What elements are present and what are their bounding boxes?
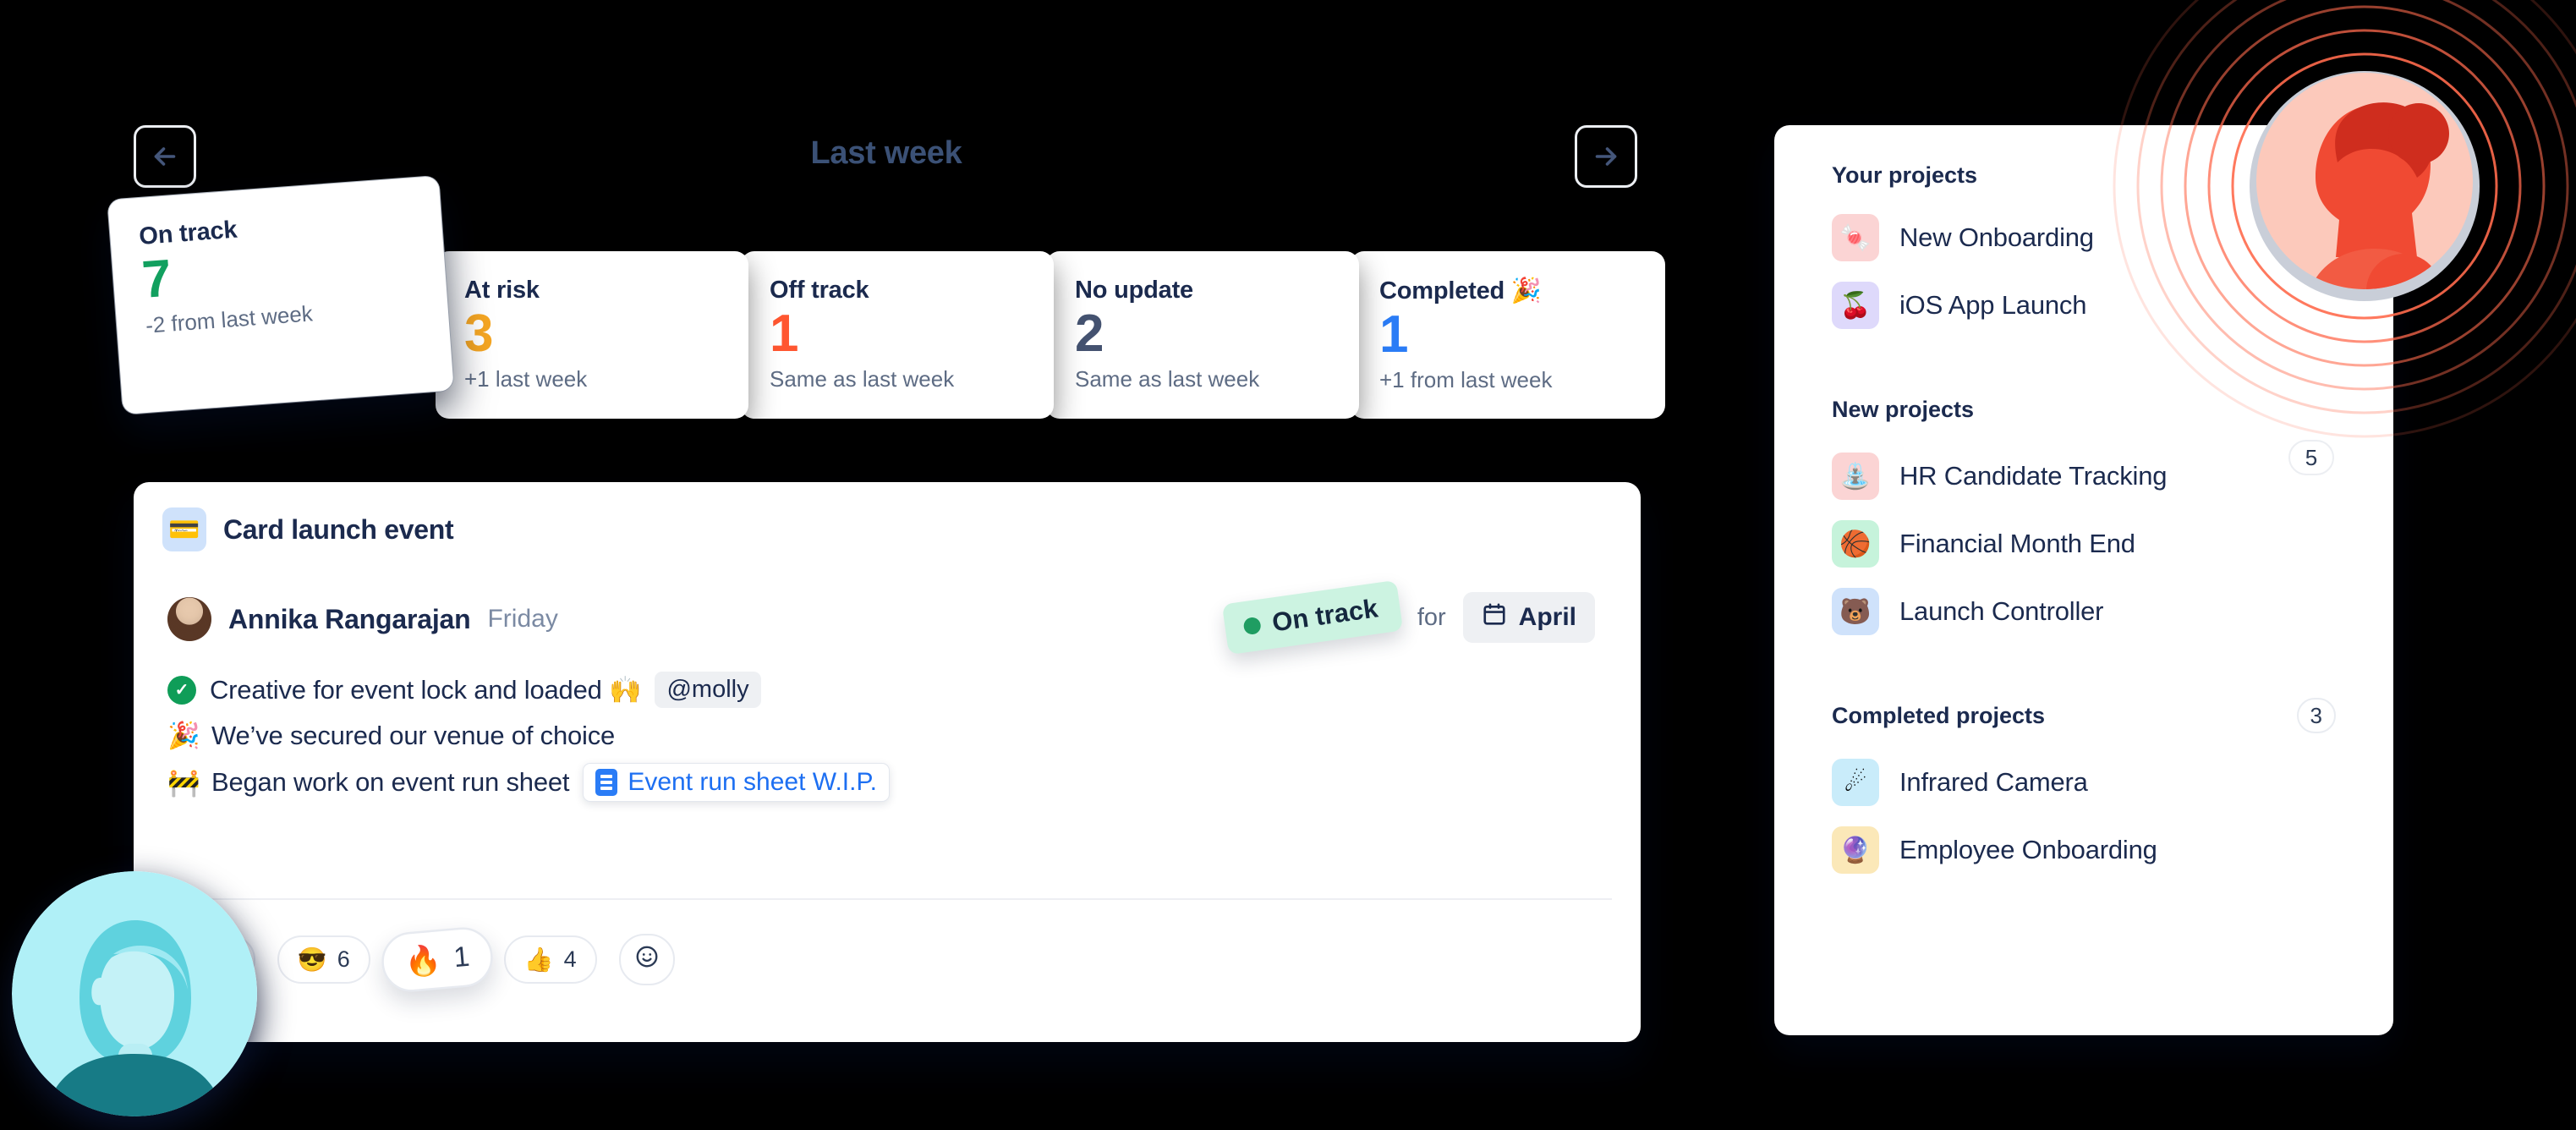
cherries-icon: 🍒 xyxy=(1832,282,1879,329)
candy-icon: 🍬 xyxy=(1832,214,1879,261)
stat-card-no-update[interactable]: No update 2 Same as last week xyxy=(1046,251,1359,419)
projects-sidebar: Your projects 🍬 New Onboarding 🍒 iOS App… xyxy=(1774,125,2393,1035)
sidebar-item-employee-onboarding[interactable]: 🔮 Employee Onboarding xyxy=(1832,816,2336,884)
basketball-icon: 🏀 xyxy=(1832,520,1879,568)
stat-card-completed[interactable]: Completed 🎉 1 +1 from last week xyxy=(1351,251,1665,419)
sidebar-group-count: 3 xyxy=(2296,698,2336,733)
list-item: 🚧 Began work on event run sheet Event ru… xyxy=(167,763,1641,802)
fire-reaction[interactable]: 🔥 1 xyxy=(379,924,496,995)
stat-label: No update xyxy=(1075,277,1193,304)
sunglasses-reaction[interactable]: 😎 6 xyxy=(277,935,370,984)
stat-value: 1 xyxy=(770,304,798,363)
status-group: On track for April xyxy=(1221,579,1595,656)
status-label: On track xyxy=(1269,593,1380,638)
sidebar-group-completed-projects: Completed projects 3 ☄ Infrared Camera 🔮… xyxy=(1774,645,2393,884)
update-card-title: Card launch event xyxy=(223,513,454,545)
bear-face-icon: 🐻 xyxy=(1832,588,1879,635)
sidebar-item-label: Infrared Camera xyxy=(1899,767,2088,797)
sidebar-item-hr-candidate-tracking[interactable]: ⛲ HR Candidate Tracking xyxy=(1832,442,2336,510)
sidebar-item-label: HR Candidate Tracking xyxy=(1899,461,2168,491)
sidebar-group-header: Your projects xyxy=(1832,162,2336,189)
divider xyxy=(162,898,1612,900)
sidebar-group-title: Your projects xyxy=(1832,162,1978,188)
period-title: Last week xyxy=(810,135,962,171)
sidebar-item-label: Launch Controller xyxy=(1899,596,2104,626)
construction-icon: 🚧 xyxy=(167,767,200,798)
sidebar-group-title: Completed projects xyxy=(1832,702,2046,728)
sidebar-group-header: New projects 5 xyxy=(1832,392,2336,427)
crystal-ball-icon: 🔮 xyxy=(1832,826,1879,874)
stat-delta: +1 from last week xyxy=(1379,366,1553,392)
stat-delta: Same as last week xyxy=(770,365,955,392)
bullet-text: Creative for event lock and loaded 🙌 xyxy=(210,675,642,705)
thumbsup-reaction[interactable]: 👍 4 xyxy=(503,935,597,984)
document-icon xyxy=(595,769,618,796)
stat-label: Completed 🎉 xyxy=(1379,277,1542,304)
stat-value: 2 xyxy=(1075,304,1104,363)
date-badge[interactable]: April xyxy=(1462,592,1595,643)
sidebar-item-ios-app-launch[interactable]: 🍒 iOS App Launch xyxy=(1832,272,2336,339)
reaction-count: 1 xyxy=(452,941,471,974)
mention-chip[interactable]: @molly xyxy=(655,672,761,708)
reaction-count: 6 xyxy=(337,946,350,972)
thumbs-up-icon: 👍 xyxy=(523,946,554,973)
comet-icon: ☄ xyxy=(1832,759,1879,806)
sidebar-item-label: Employee Onboarding xyxy=(1899,835,2157,864)
sidebar-group-title: New projects xyxy=(1832,396,1975,422)
update-card-header: 💳 Card launch event xyxy=(134,482,1641,551)
calendar-icon xyxy=(1482,601,1507,634)
new-projects-count-badge: 5 xyxy=(2288,440,2334,475)
sidebar-item-label: iOS App Launch xyxy=(1899,290,2087,320)
update-day: Friday xyxy=(487,605,558,633)
document-link-label: Event run sheet W.I.P. xyxy=(628,768,877,796)
reaction-count: 4 xyxy=(563,946,577,972)
credit-card-icon: 💳 xyxy=(162,507,206,551)
update-bullet-list: ✓ Creative for event lock and loaded 🙌 @… xyxy=(134,641,1641,802)
bullet-text: Began work on event run sheet xyxy=(211,767,570,797)
for-label: for xyxy=(1417,603,1446,631)
stat-card-off-track[interactable]: Off track 1 Same as last week xyxy=(741,251,1054,419)
sidebar-group-new-projects: New projects 5 ⛲ HR Candidate Tracking 🏀… xyxy=(1774,339,2393,645)
teal-profile-avatar xyxy=(12,871,257,1116)
check-circle-icon: ✓ xyxy=(167,675,196,705)
stat-label: At risk xyxy=(464,277,540,304)
list-item: 🎉 We’ve secured our venue of choice xyxy=(167,720,1641,751)
status-dot-icon xyxy=(1242,616,1263,636)
stat-card-at-risk[interactable]: At risk 3 +1 last week xyxy=(436,251,748,419)
sidebar-item-launch-controller[interactable]: 🐻 Launch Controller xyxy=(1832,578,2336,645)
fire-icon: 🔥 xyxy=(403,942,443,979)
list-item: ✓ Creative for event lock and loaded 🙌 @… xyxy=(167,672,1641,708)
author-name: Annika Rangarajan xyxy=(228,603,471,634)
date-label: April xyxy=(1518,603,1576,631)
stat-delta: Same as last week xyxy=(1075,365,1260,392)
stat-value: 1 xyxy=(1379,305,1408,364)
author-row: Annika Rangarajan Friday On track for Ap… xyxy=(134,551,1641,656)
bullet-text: We’ve secured our venue of choice xyxy=(211,720,616,750)
stat-delta: +1 last week xyxy=(464,365,588,392)
sidebar-item-infrared-camera[interactable]: ☄ Infrared Camera xyxy=(1832,749,2336,816)
stat-value: 3 xyxy=(464,304,493,363)
fountain-icon: ⛲ xyxy=(1832,453,1879,500)
add-reaction-button[interactable] xyxy=(618,934,675,985)
app-root: Last week On track 7 -2 from last week A… xyxy=(0,0,2576,1130)
party-popper-icon: 🎉 xyxy=(167,721,200,750)
sidebar-item-financial-month-end[interactable]: 🏀 Financial Month End xyxy=(1832,510,2336,578)
sidebar-group-your-projects: Your projects 🍬 New Onboarding 🍒 iOS App… xyxy=(1774,125,2393,339)
stat-label: Off track xyxy=(770,277,869,304)
sidebar-item-label: Financial Month End xyxy=(1899,529,2135,558)
sunglasses-icon: 😎 xyxy=(297,946,327,973)
document-link-chip[interactable]: Event run sheet W.I.P. xyxy=(583,763,890,802)
avatar xyxy=(167,597,211,641)
sidebar-item-label: New Onboarding xyxy=(1899,222,2094,252)
project-update-card: 💳 Card launch event Annika Rangarajan Fr… xyxy=(134,482,1641,1042)
sidebar-group-header: Completed projects 3 xyxy=(1832,698,2336,733)
sidebar-item-new-onboarding[interactable]: 🍬 New Onboarding xyxy=(1832,204,2336,272)
smiley-face-icon xyxy=(634,944,660,975)
stat-card-on-track[interactable]: On track 7 -2 from last week xyxy=(107,175,454,415)
